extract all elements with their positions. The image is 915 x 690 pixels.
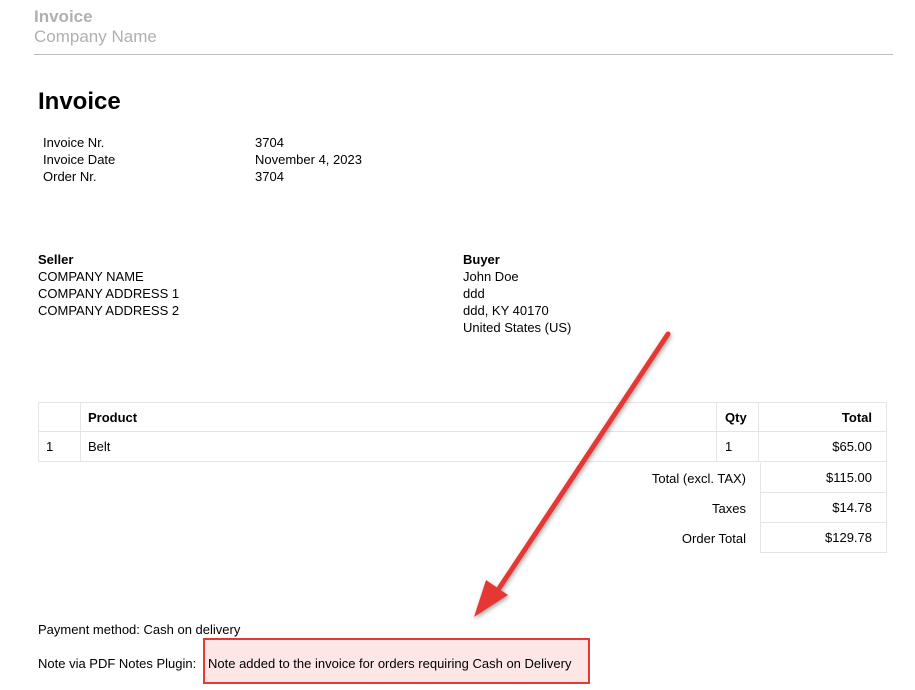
annotation-arrow-icon xyxy=(474,331,671,617)
